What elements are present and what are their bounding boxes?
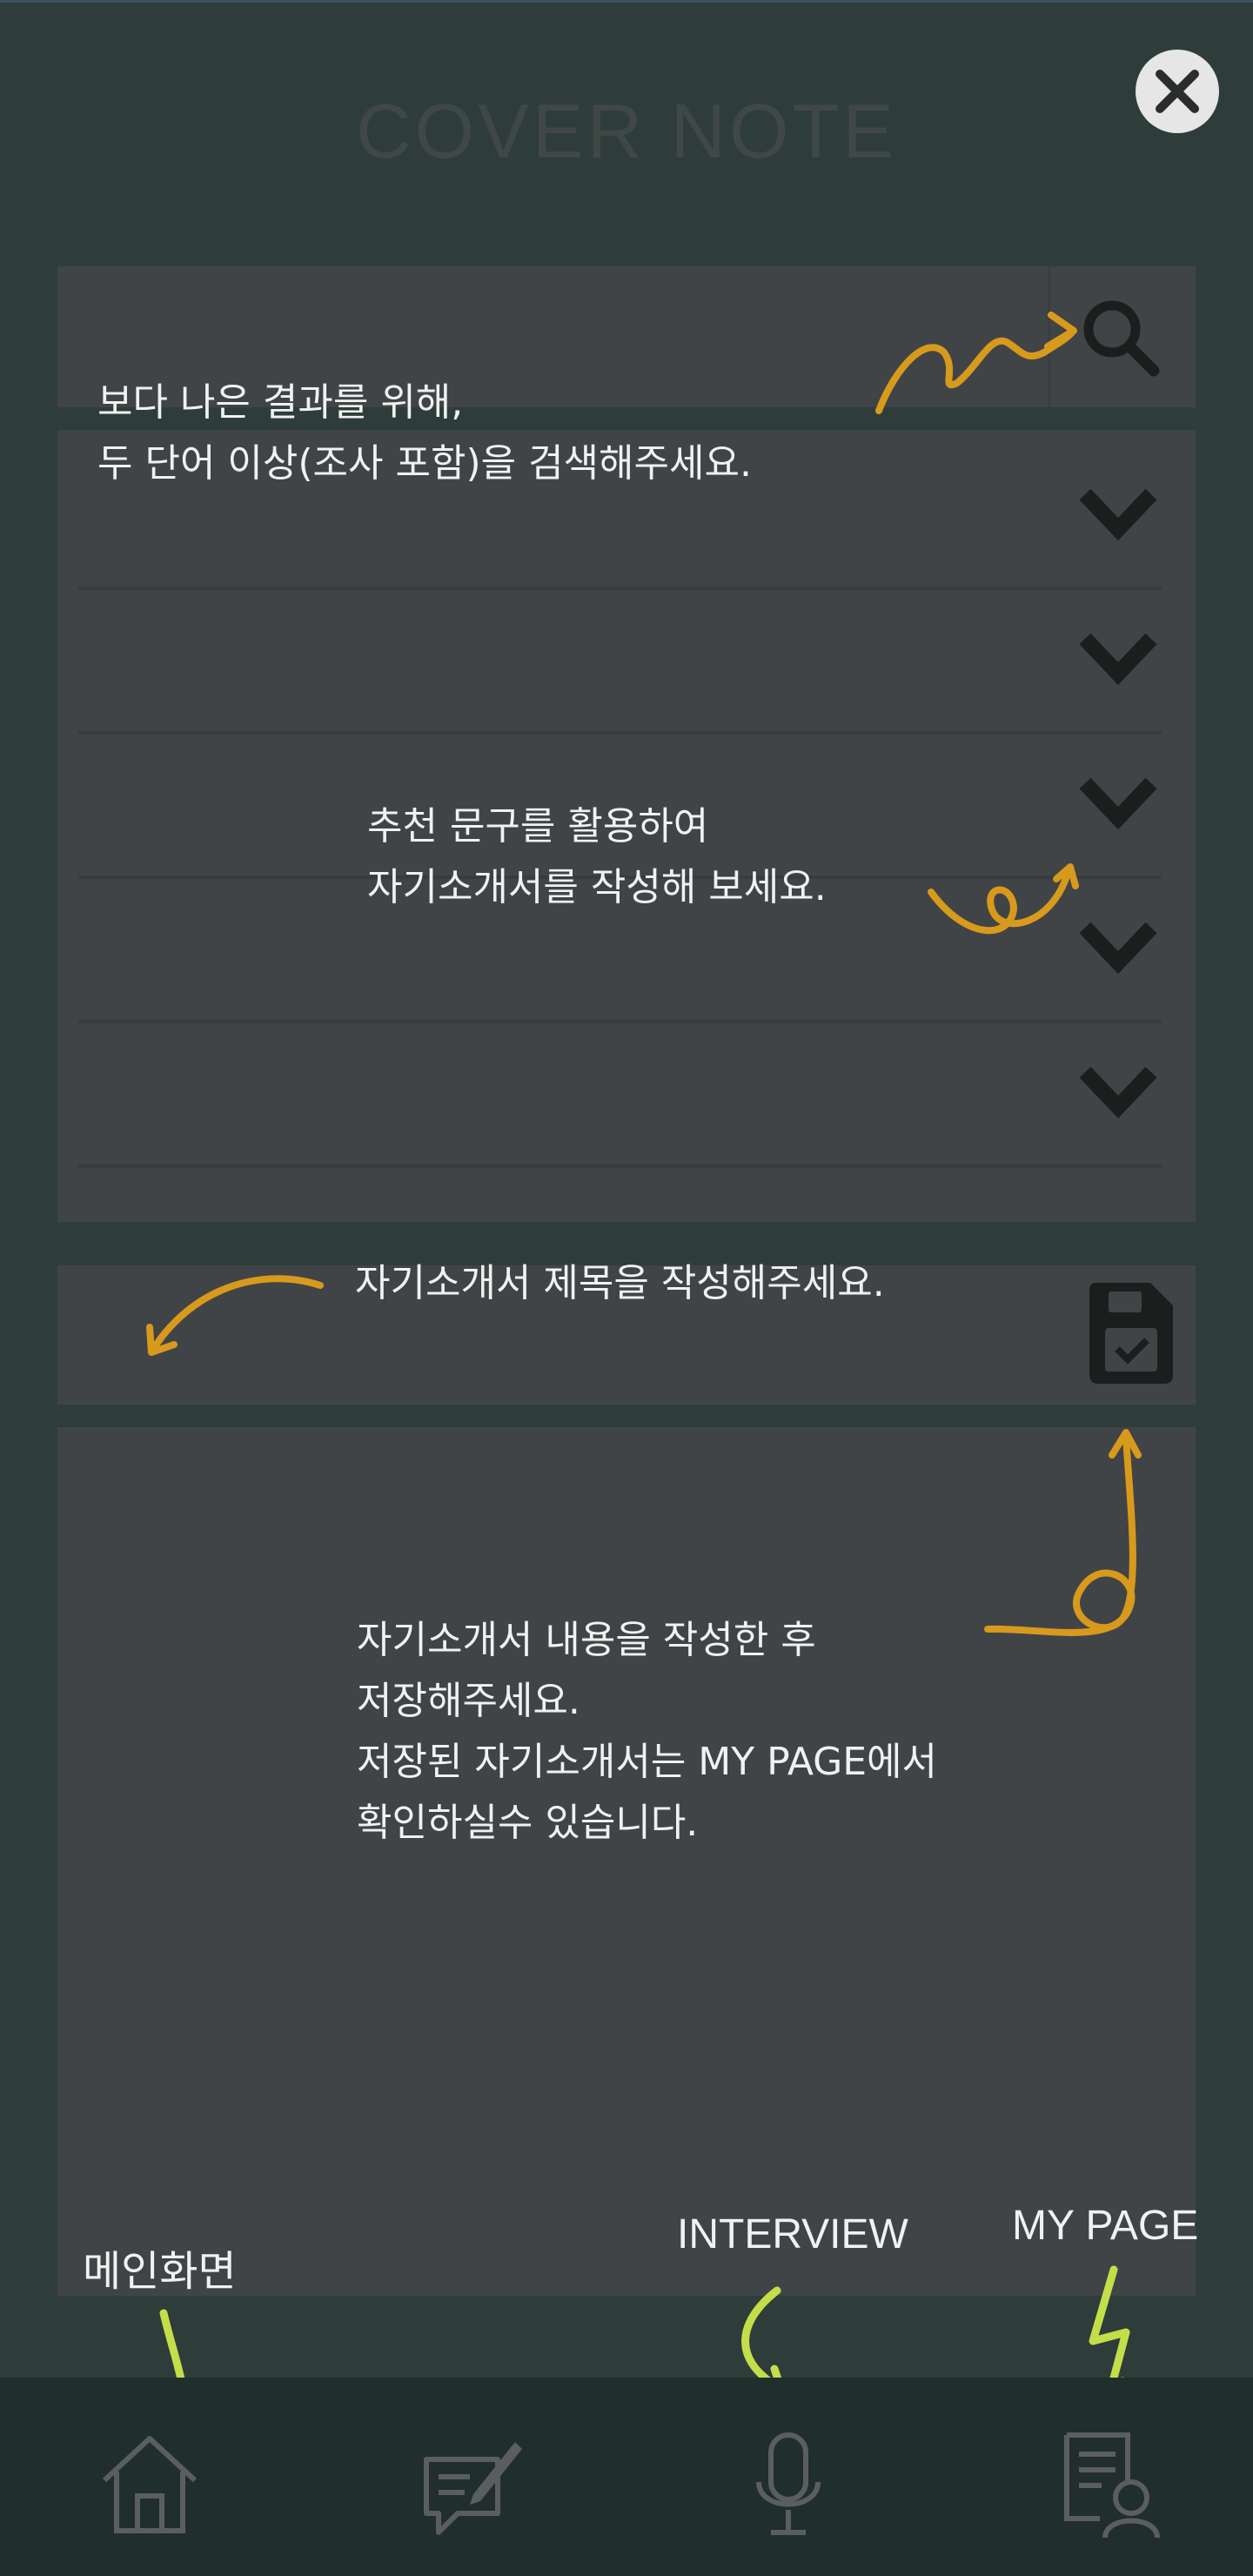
search-icon[interactable] (1077, 294, 1164, 381)
profile-document-icon[interactable] (1058, 2428, 1163, 2541)
tip-title: 자기소개서 제목을 작성해주세요. (355, 1261, 885, 1305)
write-icon[interactable] (421, 2428, 526, 2541)
tip-content: 자기소개서 내용을 작성한 후 저장해주세요. 저장된 자기소개서는 MY PA… (357, 1618, 938, 1845)
label-interview: INTERVIEW (677, 2211, 908, 2257)
chevron-down-icon[interactable] (1075, 628, 1162, 689)
close-icon (1156, 70, 1199, 113)
home-icon[interactable] (97, 2428, 202, 2541)
chevron-down-icon[interactable] (1075, 484, 1162, 545)
microphone-icon[interactable] (736, 2428, 841, 2541)
tip-recommend: 추천 문구를 활용하여 자기소개서를 작성해 보세요. (367, 804, 827, 909)
save-icon[interactable] (1089, 1283, 1173, 1384)
search-divider (1048, 266, 1050, 407)
recommendation-item[interactable] (78, 587, 1162, 735)
chevron-down-icon[interactable] (1075, 773, 1162, 834)
chevron-down-icon[interactable] (1075, 917, 1162, 978)
close-button[interactable] (1136, 50, 1219, 133)
tip-search: 보다 나은 결과를 위해, 두 단어 이상(조사 포함)을 검색해주세요. (97, 380, 752, 486)
page-title: COVER NOTE (356, 88, 897, 174)
chevron-down-icon[interactable] (1075, 1062, 1162, 1123)
recommendation-item[interactable] (78, 1020, 1162, 1168)
cover-letter-content-input[interactable] (57, 1427, 1196, 2296)
label-home: 메인화면 (83, 2249, 237, 2295)
arrow-to-interview (741, 2286, 784, 2392)
top-border (0, 0, 1253, 3)
label-mypage: MY PAGE (1012, 2203, 1199, 2249)
